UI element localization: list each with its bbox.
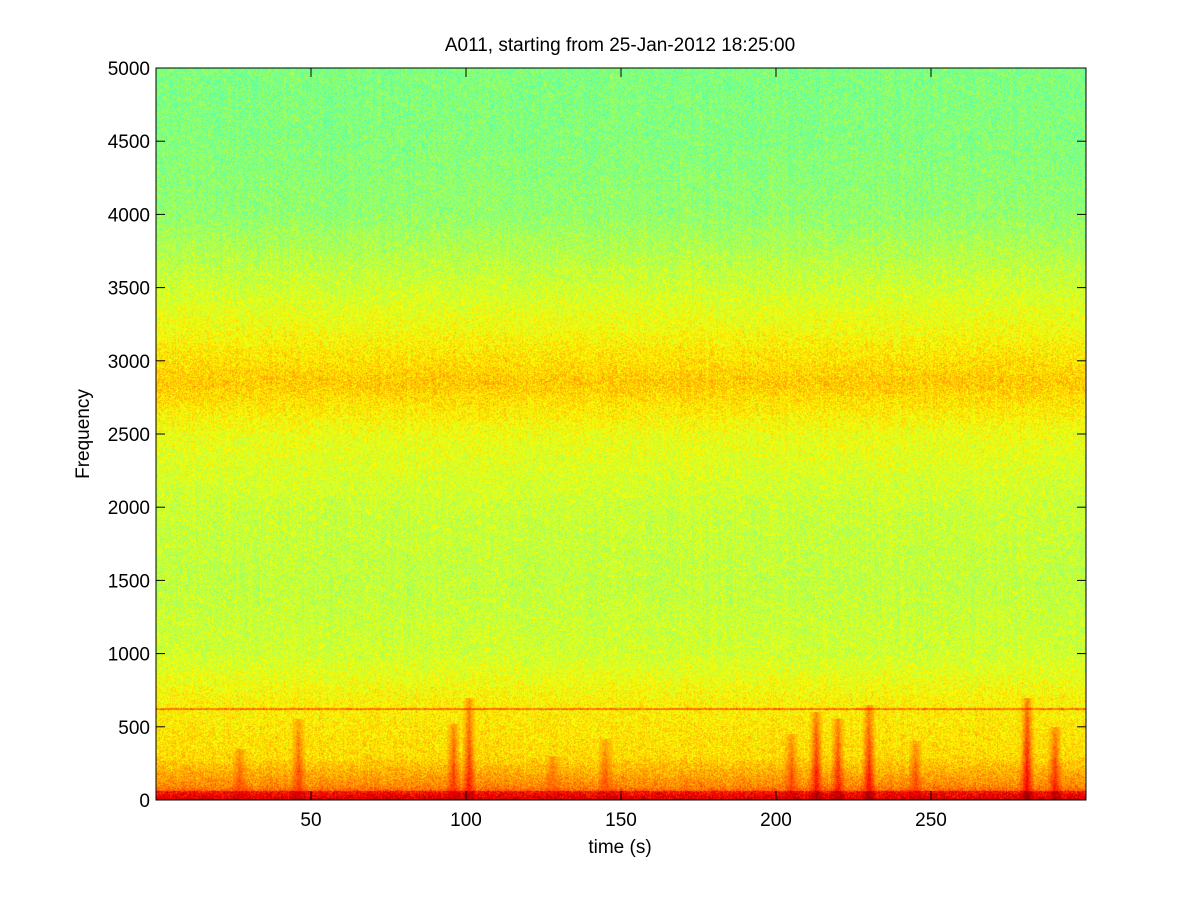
y-tick-label: 1000 — [108, 645, 150, 666]
x-tick-label: 250 — [915, 810, 947, 831]
y-tick-label: 2500 — [108, 425, 150, 446]
x-tick-label: 50 — [300, 810, 321, 831]
y-tick-label: 4000 — [108, 205, 150, 226]
spectrogram-heatmap — [156, 68, 1086, 800]
x-tick-label: 150 — [605, 810, 637, 831]
x-tick-label: 200 — [760, 810, 792, 831]
y-tick-label: 5000 — [108, 59, 150, 80]
x-tick-label: 100 — [450, 810, 482, 831]
y-tick-label: 3000 — [108, 352, 150, 373]
y-axis-label: Frequency — [73, 389, 94, 479]
y-tick-label: 500 — [118, 718, 150, 739]
chart-title: A011, starting from 25-Jan-2012 18:25:00 — [445, 35, 795, 56]
x-axis-label: time (s) — [588, 837, 651, 858]
y-tick-label: 3500 — [108, 279, 150, 300]
y-tick-label: 2000 — [108, 498, 150, 519]
figure: A011, starting from 25-Jan-2012 18:25:00… — [0, 0, 1200, 900]
y-tick-label: 0 — [139, 791, 150, 812]
y-tick-label: 1500 — [108, 571, 150, 592]
y-tick-label: 4500 — [108, 132, 150, 153]
